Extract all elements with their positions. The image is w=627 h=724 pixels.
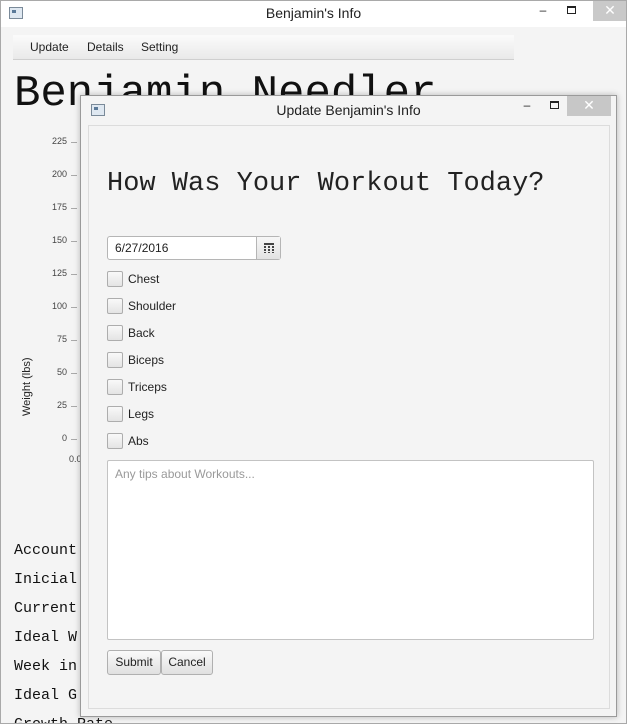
workout-tips-textarea[interactable]: Any tips about Workouts...: [107, 460, 594, 640]
y-tick-label: 200: [51, 169, 67, 179]
cancel-button[interactable]: Cancel: [161, 650, 213, 675]
y-tick-label: 125: [51, 268, 67, 278]
date-input[interactable]: 6/27/2016: [115, 241, 168, 255]
workout-heading: How Was Your Workout Today?: [107, 169, 545, 199]
y-tick-label: 0: [61, 433, 67, 443]
tips-placeholder: Any tips about Workouts...: [115, 467, 255, 481]
menu-bar: Update Details Setting: [13, 35, 514, 60]
main-titlebar: Benjamin's Info – ✕: [1, 1, 626, 27]
checkbox-label: Biceps: [128, 353, 165, 367]
checkbox-box[interactable]: [107, 298, 123, 314]
dialog-titlebar: Update Benjamin's Info – ✕: [81, 96, 616, 124]
close-button[interactable]: ✕: [593, 1, 626, 21]
y-tick-mark: [71, 406, 77, 407]
y-tick-mark: [71, 241, 77, 242]
y-tick-mark: [71, 373, 77, 374]
y-tick-mark: [71, 274, 77, 275]
checkbox-box[interactable]: [107, 325, 123, 341]
menu-update[interactable]: Update: [30, 40, 69, 54]
submit-button[interactable]: Submit: [107, 650, 161, 675]
maximize-button[interactable]: [559, 1, 583, 21]
dialog-body: How Was Your Workout Today? 6/27/2016 Ch…: [88, 125, 610, 709]
checkbox-label: Triceps: [128, 380, 167, 394]
checkbox-box[interactable]: [107, 352, 123, 368]
menu-setting[interactable]: Setting: [141, 40, 178, 54]
dialog-maximize-button[interactable]: [544, 96, 564, 116]
checkbox-label: Back: [128, 326, 155, 340]
dialog-close-button[interactable]: ✕: [567, 96, 611, 116]
info-line: Growth Rate: [14, 716, 113, 723]
checkbox-label: Chest: [128, 272, 160, 286]
y-tick-mark: [71, 142, 77, 143]
y-tick-mark: [71, 208, 77, 209]
checkbox-label: Abs: [128, 434, 149, 448]
y-tick-mark: [71, 340, 77, 341]
date-picker[interactable]: 6/27/2016: [107, 236, 281, 260]
y-tick-label: 225: [51, 136, 67, 146]
y-tick-label: 150: [51, 235, 67, 245]
checkbox-box[interactable]: [107, 271, 123, 287]
y-tick-mark: [71, 175, 77, 176]
checkbox-box[interactable]: [107, 406, 123, 422]
checkbox-label: Legs: [128, 407, 155, 421]
checkbox-box[interactable]: [107, 379, 123, 395]
y-tick-label: 75: [56, 334, 67, 344]
checkbox-box[interactable]: [107, 433, 123, 449]
checkbox-label: Shoulder: [128, 299, 177, 313]
update-info-dialog: Update Benjamin's Info – ✕ How Was Your …: [80, 95, 617, 717]
y-tick-label: 50: [56, 367, 67, 377]
calendar-icon: [264, 243, 274, 253]
y-tick-label: 175: [51, 202, 67, 212]
y-tick-mark: [71, 307, 77, 308]
y-tick-mark: [71, 439, 77, 440]
dialog-minimize-button[interactable]: –: [517, 96, 537, 116]
calendar-button[interactable]: [256, 237, 280, 259]
maximize-icon: [566, 6, 576, 14]
maximize-icon: [549, 101, 559, 109]
y-tick-label: 25: [56, 400, 67, 410]
menu-details[interactable]: Details: [87, 40, 124, 54]
minimize-button[interactable]: –: [531, 1, 555, 21]
y-tick-label: 100: [51, 301, 67, 311]
